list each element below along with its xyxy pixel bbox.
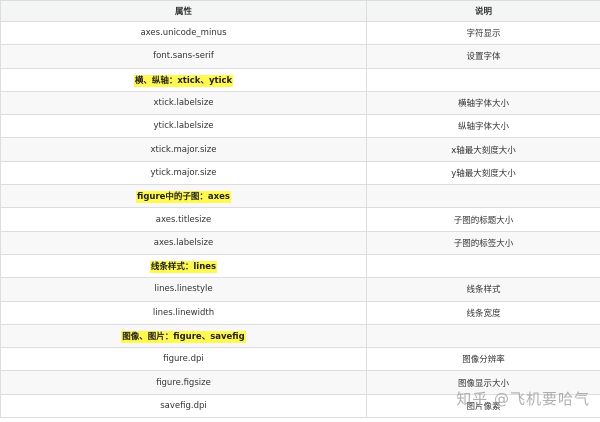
property-cell: figure.figsize [0,370,367,395]
table-row: font.sans-serif 设置字体 [0,44,600,69]
property-cell: xtick.labelsize [0,90,367,116]
property-cell: axes.titlesize [0,207,367,232]
property-cell: lines.linewidth [0,300,367,325]
properties-table: 属性 说明 axes.unicode_minus 字符显示 font.sans-se… [0,0,600,419]
description-cell: 子图的标题大小 [366,207,600,232]
description-cell: 子图的标签大小 [366,230,600,255]
property-name: savefig.dpi [160,400,207,411]
table-row: lines.linewidth 线条宽度 [0,300,600,325]
property-cell: 图像、图片：figure、savefig [0,323,367,349]
table-header-row: 属性 说明 [0,0,600,22]
table-row: xtick.labelsize 横轴字体大小 [0,90,600,116]
table-row: xtick.major.size x轴最大刻度大小 [0,137,600,162]
watermark: 知乎 @飞机要哈气 [456,390,590,408]
property-cell: font.sans-serif [0,44,367,69]
property-cell: axes.unicode_minus [0,20,367,46]
property-name: axes.unicode_minus [140,28,227,39]
property-cell: lines.linestyle [0,277,367,302]
table-row: figure.dpi 图像分辨率 [0,347,600,372]
table-row: ytick.major.size y轴最大刻度大小 [0,160,600,186]
description-cell: 字符显示 [366,20,600,46]
section-label: 图像、图片：figure、savefig [121,331,246,343]
property-name: axes.labelsize [153,237,214,248]
table-row: lines.linestyle 线条样式 [0,277,600,302]
description-cell [366,323,600,349]
header-property: 属性 [0,0,367,22]
property-cell: xtick.major.size [0,137,367,162]
description-cell [366,67,600,92]
table-row: ytick.labelsize 纵轴字体大小 [0,114,600,139]
description-cell: 设置字体 [366,44,600,69]
property-cell: 线条样式：lines [0,253,367,279]
description-cell: 纵轴字体大小 [366,114,600,139]
property-name: lines.linestyle [154,284,213,295]
property-name: figure.figsize [156,377,211,388]
description-cell: x轴最大刻度大小 [366,137,600,162]
section-row: 图像、图片：figure、savefig [0,323,600,349]
section-row: figure中的子图：axes [0,184,600,209]
table-row: axes.titlesize 子图的标题大小 [0,207,600,232]
property-cell: figure.dpi [0,347,367,372]
section-label: figure中的子图：axes [136,191,231,204]
property-name: lines.linewidth [152,307,215,318]
property-name: xtick.labelsize [153,98,214,109]
property-name: xtick.major.size [150,144,217,155]
property-name: ytick.major.size [150,167,217,178]
property-cell: figure中的子图：axes [0,184,367,209]
table-row: axes.labelsize 子图的标签大小 [0,230,600,255]
description-cell: y轴最大刻度大小 [366,160,600,186]
description-cell: 横轴字体大小 [366,90,600,116]
description-cell [366,184,600,209]
header-description: 说明 [366,0,600,22]
description-cell: 线条样式 [366,277,600,302]
description-cell: 图像分辨率 [366,347,600,372]
property-cell: ytick.labelsize [0,114,367,139]
property-cell: 横、纵轴：xtick、ytick [0,67,367,92]
property-name: figure.dpi [163,354,204,365]
description-cell [366,253,600,279]
section-label: 横、纵轴：xtick、ytick [133,74,234,87]
table-row: axes.unicode_minus 字符显示 [0,20,600,46]
property-name: axes.titlesize [155,214,212,225]
property-cell: axes.labelsize [0,230,367,255]
property-cell: savefig.dpi [0,393,367,419]
section-row: 线条样式：lines [0,253,600,279]
section-label: 线条样式：lines [149,261,218,274]
description-cell: 线条宽度 [366,300,600,325]
table-body: axes.unicode_minus 字符显示 font.sans-serif 设置字… [0,20,600,419]
property-cell: ytick.major.size [0,160,367,186]
section-row: 横、纵轴：xtick、ytick [0,67,600,92]
property-name: ytick.labelsize [153,121,214,132]
property-name: font.sans-serif [153,51,214,62]
